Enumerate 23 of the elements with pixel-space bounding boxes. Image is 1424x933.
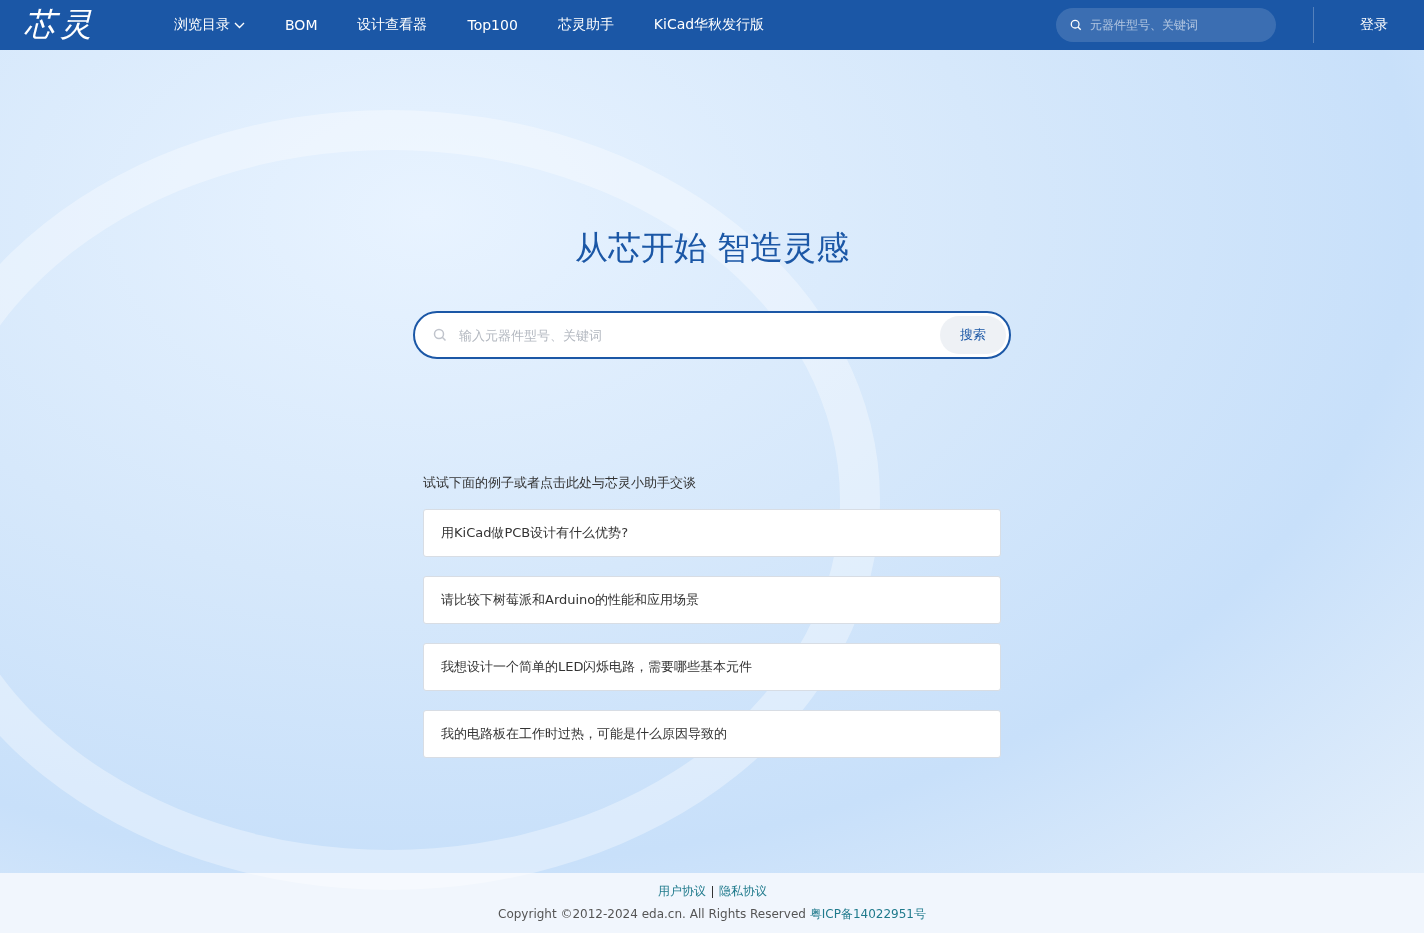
icp-link[interactable]: 粤ICP备14022951号 [809, 907, 926, 921]
footer-link[interactable]: 用户协议 [657, 883, 706, 900]
logo[interactable]: 芯灵 [24, 3, 124, 47]
nav-link[interactable]: 浏览目录 [154, 16, 265, 34]
nav-link[interactable]: BOM [265, 16, 338, 34]
login-button[interactable]: 登录 [1354, 15, 1394, 35]
search-icon [1070, 19, 1082, 31]
example-question[interactable]: 我的电路板在工作时过热，可能是什么原因导致的 [423, 710, 1001, 758]
examples-hint[interactable]: 试试下面的例子或者点击此处与芯灵小助手交谈 [423, 474, 1001, 492]
nav-link[interactable]: KiCad华秋发行版 [633, 16, 785, 34]
footer-link[interactable]: 隐私协议 [718, 883, 767, 900]
example-question[interactable]: 用KiCad做PCB设计有什么优势? [423, 509, 1001, 557]
example-question[interactable]: 我想设计一个简单的LED闪烁电路，需要哪些基本元件 [423, 643, 1001, 691]
search-field[interactable]: 输入元器件型号、关键词 搜索 [413, 311, 1011, 359]
hero-title: 从芯开始 智造灵感 [574, 227, 850, 269]
copyright-text: Copyright ©2012-2024 eda.cn. All Rights Reserved [498, 907, 806, 921]
search-button[interactable]: 搜索 [940, 316, 1006, 354]
example-question[interactable]: 请比较下树莓派和Arduino的性能和应用场景 [423, 576, 1001, 624]
caret-icon [234, 21, 245, 29]
nav-link[interactable]: 设计查看器 [337, 16, 448, 34]
nav-link[interactable]: 芯灵助手 [537, 16, 634, 34]
nav-link[interactable]: Top100 [447, 16, 538, 34]
search-icon [433, 328, 447, 342]
